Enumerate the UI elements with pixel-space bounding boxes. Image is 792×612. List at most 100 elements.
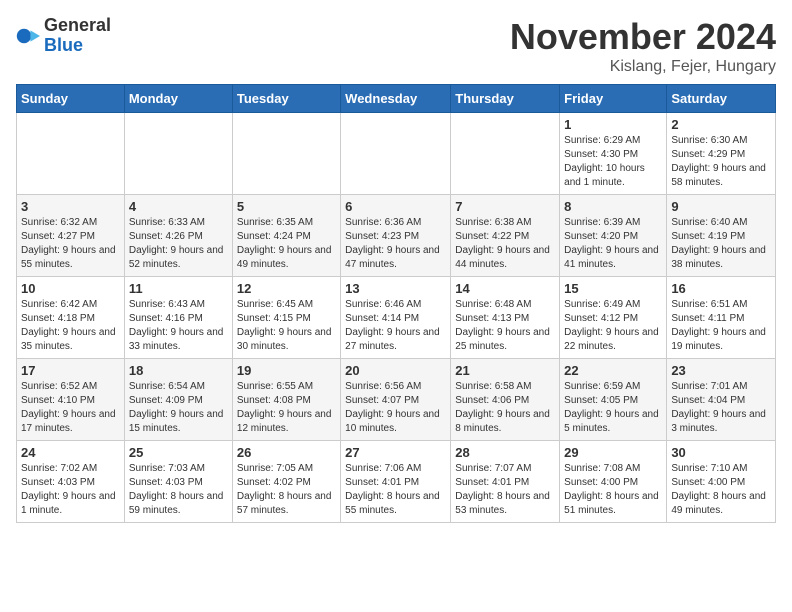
calendar-week-1: 1 Sunrise: 6:29 AM Sunset: 4:30 PM Daylig… [17,113,776,195]
day-number: 5 [237,199,336,214]
calendar-cell: 18 Sunrise: 6:54 AM Sunset: 4:09 PM Dayli… [124,359,232,441]
day-number: 27 [345,445,446,460]
weekday-header-friday: Friday [560,85,667,113]
calendar-cell [124,113,232,195]
day-info: Sunrise: 7:03 AM Sunset: 4:03 PM Dayligh… [129,462,228,518]
calendar-cell: 23 Sunrise: 7:01 AM Sunset: 4:04 PM Dayli… [667,359,776,441]
calendar-cell: 12 Sunrise: 6:45 AM Sunset: 4:15 PM Dayli… [232,277,340,359]
day-number: 20 [345,363,446,378]
day-number: 16 [671,281,771,296]
calendar-cell: 28 Sunrise: 7:07 AM Sunset: 4:01 PM Dayli… [451,441,560,523]
day-number: 28 [455,445,555,460]
day-info: Sunrise: 6:29 AM Sunset: 4:30 PM Dayligh… [564,134,662,190]
day-info: Sunrise: 6:54 AM Sunset: 4:09 PM Dayligh… [129,380,228,436]
day-info: Sunrise: 7:01 AM Sunset: 4:04 PM Dayligh… [671,380,771,436]
day-info: Sunrise: 6:58 AM Sunset: 4:06 PM Dayligh… [455,380,555,436]
calendar-body: 1 Sunrise: 6:29 AM Sunset: 4:30 PM Daylig… [17,113,776,523]
calendar-week-2: 3 Sunrise: 6:32 AM Sunset: 4:27 PM Daylig… [17,195,776,277]
day-info: Sunrise: 6:48 AM Sunset: 4:13 PM Dayligh… [455,298,555,354]
day-info: Sunrise: 6:43 AM Sunset: 4:16 PM Dayligh… [129,298,228,354]
day-number: 14 [455,281,555,296]
logo-general: General [44,16,111,36]
logo: General Blue [16,16,111,56]
day-number: 18 [129,363,228,378]
logo-icon [16,24,40,48]
calendar-cell: 15 Sunrise: 6:49 AM Sunset: 4:12 PM Dayli… [560,277,667,359]
location: Kislang, Fejer, Hungary [510,58,776,76]
calendar-cell: 21 Sunrise: 6:58 AM Sunset: 4:06 PM Dayli… [451,359,560,441]
day-number: 7 [455,199,555,214]
day-info: Sunrise: 6:39 AM Sunset: 4:20 PM Dayligh… [564,216,662,272]
weekday-header-monday: Monday [124,85,232,113]
calendar-cell: 22 Sunrise: 6:59 AM Sunset: 4:05 PM Dayli… [560,359,667,441]
calendar-cell: 4Sunrise: 6:33 AM Sunset: 4:26 PM Daylig… [124,195,232,277]
weekday-header-wednesday: Wednesday [341,85,451,113]
day-info: Sunrise: 6:32 AM Sunset: 4:27 PM Dayligh… [21,216,120,272]
calendar-cell: 26 Sunrise: 7:05 AM Sunset: 4:02 PM Dayli… [232,441,340,523]
weekday-header-sunday: Sunday [17,85,125,113]
calendar-cell: 2Sunrise: 6:30 AM Sunset: 4:29 PM Daylig… [667,113,776,195]
day-info: Sunrise: 7:07 AM Sunset: 4:01 PM Dayligh… [455,462,555,518]
calendar-cell: 30Sunrise: 7:10 AM Sunset: 4:00 PM Dayli… [667,441,776,523]
day-number: 9 [671,199,771,214]
day-number: 19 [237,363,336,378]
calendar-table: SundayMondayTuesdayWednesdayThursdayFrid… [16,84,776,523]
calendar-cell: 6 Sunrise: 6:36 AM Sunset: 4:23 PM Daylig… [341,195,451,277]
day-info: Sunrise: 6:52 AM Sunset: 4:10 PM Dayligh… [21,380,120,436]
day-info: Sunrise: 6:49 AM Sunset: 4:12 PM Dayligh… [564,298,662,354]
calendar-cell: 29 Sunrise: 7:08 AM Sunset: 4:00 PM Dayli… [560,441,667,523]
weekday-header-tuesday: Tuesday [232,85,340,113]
day-number: 30 [671,445,771,460]
day-info: Sunrise: 7:05 AM Sunset: 4:02 PM Dayligh… [237,462,336,518]
day-number: 29 [564,445,662,460]
day-info: Sunrise: 6:33 AM Sunset: 4:26 PM Dayligh… [129,216,228,272]
title-section: November 2024 Kislang, Fejer, Hungary [510,16,776,76]
calendar-cell: 7Sunrise: 6:38 AM Sunset: 4:22 PM Daylig… [451,195,560,277]
day-number: 11 [129,281,228,296]
day-number: 13 [345,281,446,296]
day-info: Sunrise: 6:46 AM Sunset: 4:14 PM Dayligh… [345,298,446,354]
calendar-cell: 19 Sunrise: 6:55 AM Sunset: 4:08 PM Dayli… [232,359,340,441]
day-info: Sunrise: 7:08 AM Sunset: 4:00 PM Dayligh… [564,462,662,518]
day-number: 3 [21,199,120,214]
day-number: 8 [564,199,662,214]
calendar-cell: 9 Sunrise: 6:40 AM Sunset: 4:19 PM Daylig… [667,195,776,277]
calendar-week-4: 17 Sunrise: 6:52 AM Sunset: 4:10 PM Dayli… [17,359,776,441]
calendar-cell: 27 Sunrise: 7:06 AM Sunset: 4:01 PM Dayli… [341,441,451,523]
day-info: Sunrise: 7:02 AM Sunset: 4:03 PM Dayligh… [21,462,120,518]
calendar-header: SundayMondayTuesdayWednesdayThursdayFrid… [17,85,776,113]
day-number: 1 [564,117,662,132]
day-number: 17 [21,363,120,378]
day-number: 6 [345,199,446,214]
day-number: 24 [21,445,120,460]
calendar-cell: 10Sunrise: 6:42 AM Sunset: 4:18 PM Dayli… [17,277,125,359]
day-info: Sunrise: 6:51 AM Sunset: 4:11 PM Dayligh… [671,298,771,354]
calendar-cell: 14 Sunrise: 6:48 AM Sunset: 4:13 PM Dayli… [451,277,560,359]
day-info: Sunrise: 6:30 AM Sunset: 4:29 PM Dayligh… [671,134,771,190]
page-header: General Blue November 2024 Kislang, Feje… [16,16,776,76]
weekday-header-thursday: Thursday [451,85,560,113]
logo-text: General Blue [44,16,111,56]
day-number: 15 [564,281,662,296]
day-number: 12 [237,281,336,296]
logo-blue: Blue [44,36,111,56]
calendar-cell [232,113,340,195]
day-info: Sunrise: 6:35 AM Sunset: 4:24 PM Dayligh… [237,216,336,272]
calendar-cell: 8 Sunrise: 6:39 AM Sunset: 4:20 PM Daylig… [560,195,667,277]
day-number: 25 [129,445,228,460]
calendar-week-5: 24 Sunrise: 7:02 AM Sunset: 4:03 PM Dayli… [17,441,776,523]
calendar-week-3: 10Sunrise: 6:42 AM Sunset: 4:18 PM Dayli… [17,277,776,359]
day-info: Sunrise: 6:59 AM Sunset: 4:05 PM Dayligh… [564,380,662,436]
day-info: Sunrise: 6:36 AM Sunset: 4:23 PM Dayligh… [345,216,446,272]
day-info: Sunrise: 7:06 AM Sunset: 4:01 PM Dayligh… [345,462,446,518]
day-info: Sunrise: 6:55 AM Sunset: 4:08 PM Dayligh… [237,380,336,436]
day-info: Sunrise: 6:56 AM Sunset: 4:07 PM Dayligh… [345,380,446,436]
weekday-header-saturday: Saturday [667,85,776,113]
day-number: 21 [455,363,555,378]
day-number: 26 [237,445,336,460]
day-number: 22 [564,363,662,378]
calendar-cell: 17 Sunrise: 6:52 AM Sunset: 4:10 PM Dayli… [17,359,125,441]
day-info: Sunrise: 6:45 AM Sunset: 4:15 PM Dayligh… [237,298,336,354]
day-number: 23 [671,363,771,378]
day-info: Sunrise: 6:40 AM Sunset: 4:19 PM Dayligh… [671,216,771,272]
